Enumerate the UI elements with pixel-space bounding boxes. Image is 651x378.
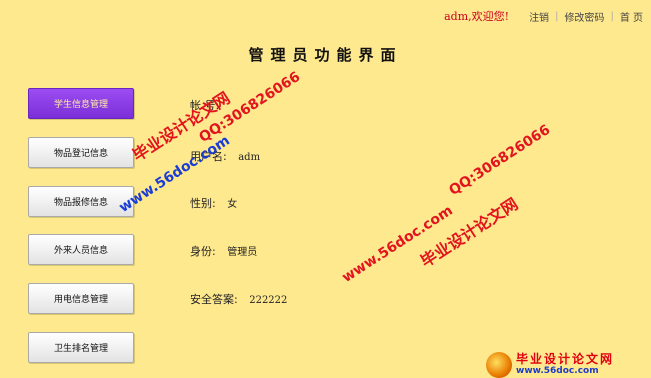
watermark-qq: QQ:306826066 [446,121,554,199]
logo-text: 毕业设计论文网 www.56doc.com [516,353,614,377]
menu-visitor-info-button[interactable]: 外来人员信息 [28,234,134,265]
admin-page: { "header": { "welcome": "adm,欢迎您!", "li… [0,0,651,378]
username-label: 用户名: [190,150,227,163]
welcome-text: adm,欢迎您! [444,10,510,23]
page-title: 管理员功能界面 [248,46,403,64]
logout-link[interactable]: 注销 [529,9,549,24]
separator: | [555,10,559,22]
watermark-url: www.56doc.com [339,202,456,286]
gender-row: 性别: 女 [190,195,237,211]
account-row: 帐 号: [190,97,219,113]
logo-name: 毕业设计论文网 [516,352,615,366]
gender-value: 女 [227,199,238,210]
menu-electricity-button[interactable]: 用电信息管理 [28,283,134,314]
gender-label: 性别: [190,197,216,210]
security-answer-row: 安全答案: 222222 [190,291,287,307]
role-value: 管理员 [227,247,258,258]
account-label: 帐 号: [190,99,220,112]
globe-logo-icon [486,352,512,378]
security-answer-value: 222222 [249,295,288,306]
role-label: 身份: [190,245,216,258]
menu-student-info-button[interactable]: 学生信息管理 [28,88,134,119]
username-row: 用户名: adm [190,148,260,164]
site-logo: 毕业设计论文网 www.56doc.com [486,352,651,378]
menu-hygiene-ranking-button[interactable]: 卫生排名管理 [28,332,134,363]
watermark-site-name: 毕业设计论文网 [417,194,522,272]
role-row: 身份: 管理员 [190,243,257,259]
menu-item-registration-button[interactable]: 物品登记信息 [28,137,134,168]
menu-repair-info-button[interactable]: 物品报修信息 [28,186,134,217]
username-value: adm [238,152,261,163]
separator: | [610,10,614,22]
home-link[interactable]: 首 页 [620,9,643,24]
change-password-link[interactable]: 修改密码 [564,9,604,24]
logo-url: www.56doc.com [516,366,599,376]
top-bar: adm,欢迎您! 注销 | 修改密码 | 首 页 [444,8,643,24]
security-answer-label: 安全答案: [190,293,238,306]
